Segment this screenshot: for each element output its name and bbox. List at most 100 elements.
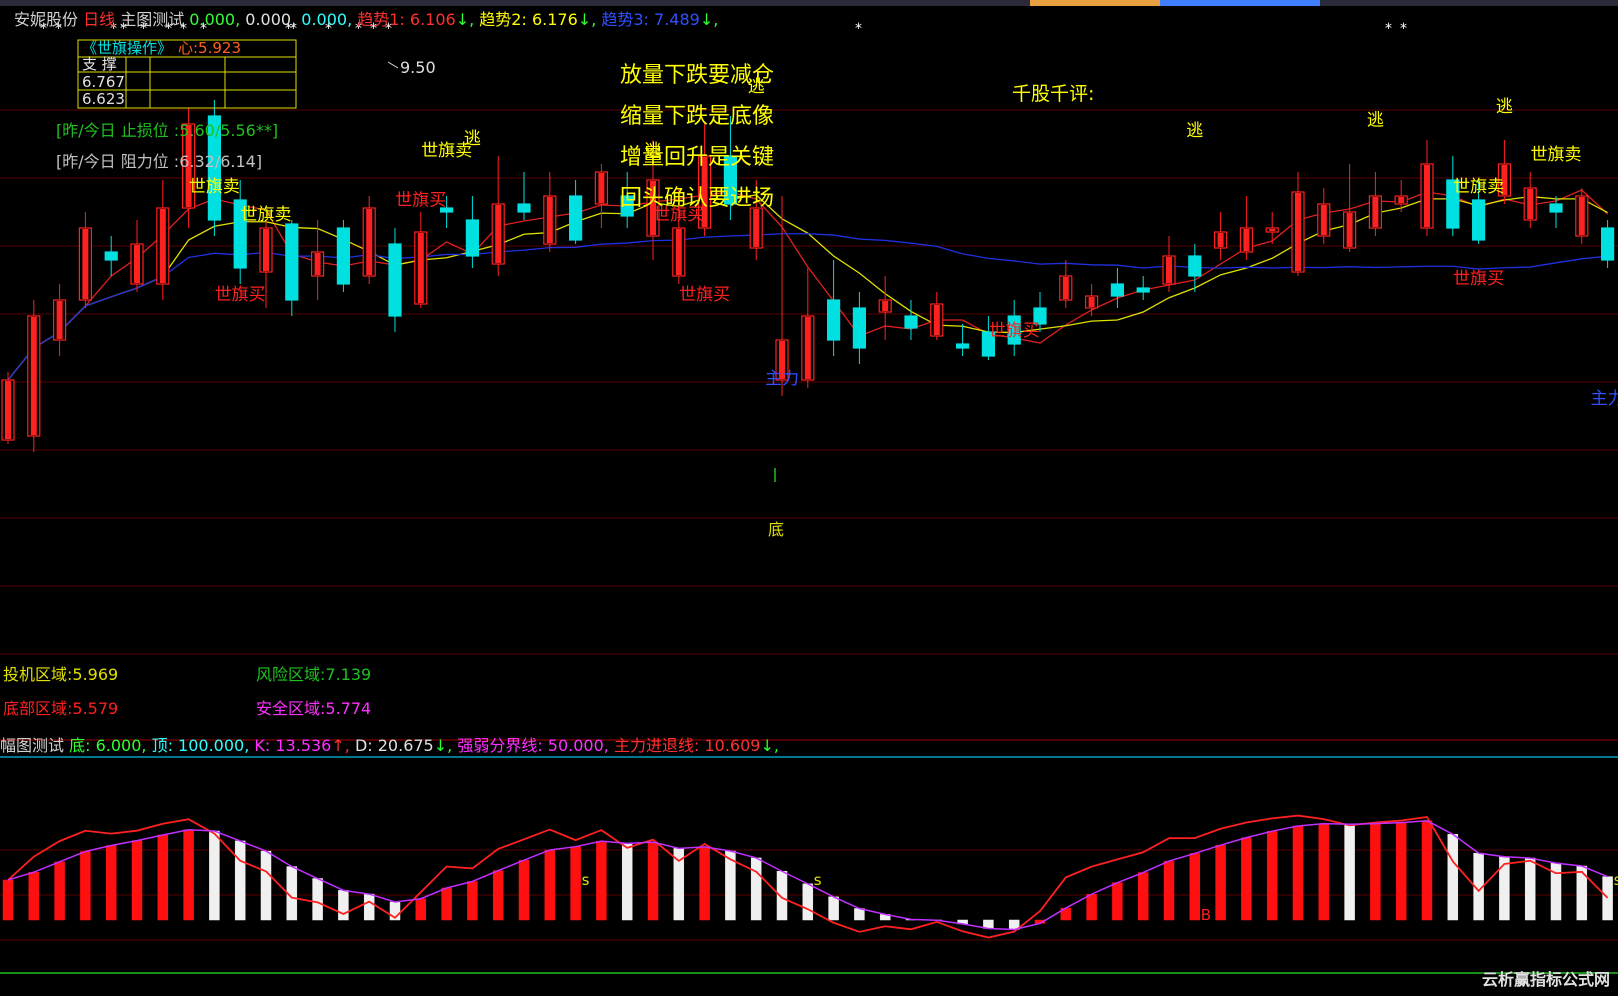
- candle: [568, 195, 583, 241]
- candle-body-fill: [1424, 165, 1430, 227]
- candle-body-fill: [1320, 205, 1327, 235]
- comment-label: 千股千评:: [1012, 83, 1094, 105]
- sub-marker-3: s: [1614, 871, 1618, 889]
- zone-fengxian: 风险区域:7.139: [256, 665, 371, 684]
- candle: [1136, 287, 1150, 293]
- sub-bar: [209, 830, 220, 921]
- candle: [1600, 227, 1615, 261]
- sub-bar: [1086, 893, 1097, 921]
- candle-body-fill: [1295, 193, 1301, 271]
- sub-bar: [1447, 834, 1459, 921]
- candle: [826, 299, 841, 341]
- annotation-17: 世旗买: [1453, 269, 1504, 289]
- candle-body-fill: [1269, 229, 1276, 231]
- candle-body-fill: [56, 301, 63, 339]
- candle-body-fill: [1166, 257, 1172, 283]
- high-price-label: 9.50: [400, 58, 436, 77]
- sub-bar: [1602, 876, 1613, 921]
- annotation-4: 世旗卖: [421, 141, 472, 161]
- candle-body-fill: [598, 173, 605, 203]
- annotation-14: 世旗卖: [1453, 177, 1504, 197]
- sub-header-item-6: ↓,: [434, 736, 453, 755]
- candle-body-fill: [159, 209, 166, 283]
- candle-body-fill: [1398, 197, 1405, 203]
- chart-canvas[interactable]: 《世旗操作》 心:5.923支 撑6.7676.623[昨/今日 止损位 :5.6…: [0, 0, 1618, 996]
- bottom-label: 底: [768, 520, 784, 539]
- zone-anquan: 安全区域:5.774: [256, 699, 371, 718]
- sub-bar: [1499, 856, 1510, 921]
- header-item-11: ↓,: [699, 10, 719, 29]
- annotation-15: 逃: [1496, 97, 1513, 117]
- sub-bar: [1395, 822, 1407, 921]
- sub-bar: [776, 870, 788, 921]
- sub-header-item-0: 幅图测试: [0, 736, 64, 755]
- zone-touji: 投机区域:5.969: [3, 665, 118, 684]
- sub-bar: [1370, 823, 1381, 921]
- candle-body-fill: [753, 209, 760, 247]
- sub-bar: [544, 849, 556, 921]
- candle-body-fill: [1346, 213, 1353, 247]
- candle-body-fill: [134, 245, 140, 283]
- sub-header-item-4: ↑,: [331, 736, 350, 755]
- header-item-0: 安妮股份: [14, 10, 79, 29]
- annotation-11: 世旗买: [989, 321, 1040, 341]
- sub-bar: [363, 893, 375, 921]
- candle-body-fill: [1062, 277, 1069, 299]
- annotation-12: 逃: [1186, 121, 1203, 141]
- sub-bar: [647, 841, 659, 921]
- sub-bar: [260, 850, 272, 921]
- candle-body-fill: [417, 233, 424, 303]
- top-marker: *: [1400, 21, 1407, 37]
- sub-bar: [1524, 857, 1536, 921]
- header-item-5: 0.000,: [296, 10, 353, 29]
- candle-body-fill: [5, 381, 11, 439]
- sub-bar: [2, 879, 14, 921]
- sub-bar: [183, 829, 194, 921]
- sub-bar: [518, 859, 530, 921]
- header-item-3: 0.000,: [189, 10, 241, 29]
- sub-header-item-2: 顶: 100.000,: [146, 736, 249, 755]
- sub-bar: [54, 861, 65, 921]
- sub-marker-1: s: [814, 871, 822, 889]
- stoploss-text: [昨/今日 止损位 :5.60/5.56**]: [56, 121, 278, 140]
- main-chart-header: 安妮股份 日线 主图测试 0.000, 0.000, 0.000, 趋势1: 6…: [14, 6, 718, 30]
- op-table-heart: 心:5.923: [178, 39, 241, 57]
- sub-bar: [415, 898, 427, 921]
- candle-body-fill: [933, 305, 940, 335]
- sub-header-item-9: ↓,: [760, 736, 779, 755]
- sub-header-item-5: D: 20.675: [350, 736, 434, 755]
- sub-bar: [1112, 882, 1123, 921]
- candle: [1188, 255, 1202, 277]
- candle-body-fill: [495, 205, 502, 263]
- candle-body-fill: [1217, 233, 1224, 247]
- annotation-18: 主力: [1591, 389, 1618, 409]
- sub-bar: [1241, 837, 1252, 921]
- candle-body-fill: [366, 209, 373, 275]
- candle-body-fill: [882, 301, 889, 311]
- sub-bar: [854, 908, 865, 921]
- candle: [955, 343, 970, 349]
- sub-bar: [1215, 844, 1226, 921]
- header-item-1: 日线: [78, 10, 116, 29]
- sub-bar: [312, 878, 323, 921]
- op-table-support: 支 撑: [82, 55, 117, 73]
- sub-header-item-8: 主力进退线: 10.609: [609, 736, 761, 755]
- candle-body-fill: [82, 229, 89, 299]
- sub-bar: [441, 887, 452, 921]
- header-item-10: 趋势3: 7.489: [596, 10, 700, 29]
- candle: [104, 251, 118, 261]
- sub-bar: [1163, 860, 1175, 921]
- sub-marker-0: s: [582, 871, 590, 889]
- sub-bar: [1189, 853, 1201, 921]
- candle: [904, 315, 918, 329]
- annotation-6: 逃: [645, 141, 662, 161]
- candle: [1110, 283, 1125, 297]
- annotation-2: 世旗买: [215, 285, 266, 305]
- sub-bar: [157, 834, 169, 921]
- high-price-pointer: [387, 61, 399, 69]
- candle: [1471, 199, 1486, 241]
- annotation-16: 世旗卖: [1531, 145, 1582, 165]
- sub-bar: [699, 846, 710, 921]
- sub-bar: [1421, 820, 1433, 921]
- sub-header-item-7: 强弱分界线: 50.000,: [452, 736, 609, 755]
